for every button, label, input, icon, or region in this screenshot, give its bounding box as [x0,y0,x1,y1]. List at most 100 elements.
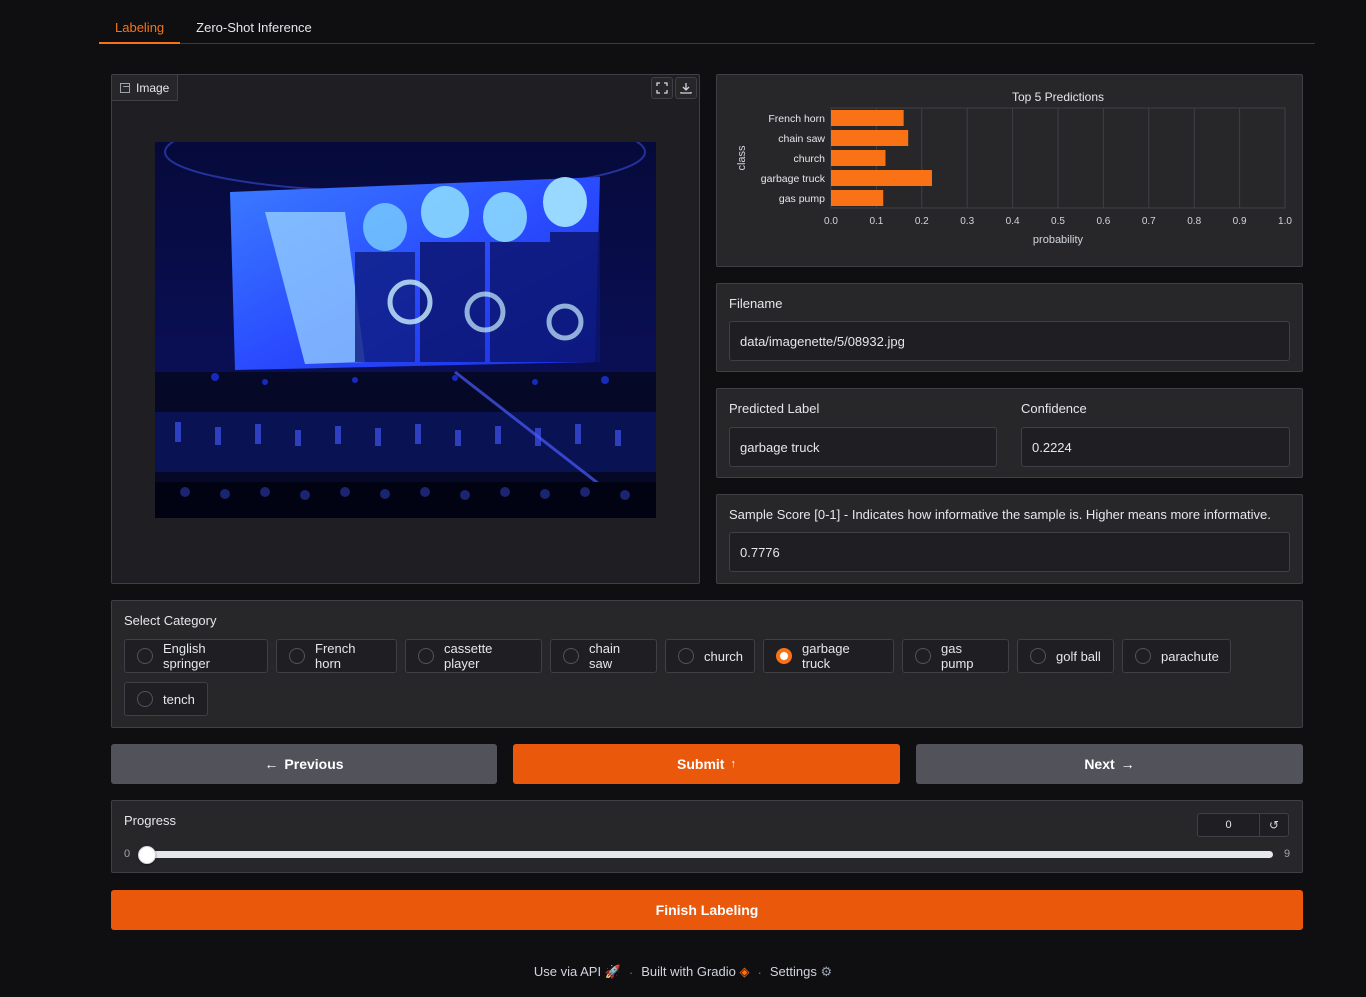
bar-chain-saw [831,130,909,146]
progress-label: Progress [124,813,177,828]
category-option[interactable]: parachute [1122,639,1231,673]
filename-panel: Filename data/imagenette/5/08932.jpg [716,283,1303,372]
category-option-label: tench [163,691,195,707]
x-tick-label: 0.9 [1233,216,1247,227]
y-tick-label: chain saw [778,133,825,145]
radio-button[interactable] [915,648,931,664]
category-option-label: gas pump [941,641,974,671]
x-tick-label: 0.2 [915,216,929,227]
image-label-text: Image [136,80,170,95]
category-option-label: cassette player [444,641,493,671]
footer-separator: · [757,964,762,980]
x-tick-label: 0.5 [1051,216,1065,227]
x-tick-label: 0.0 [824,216,838,227]
category-option-label: chain saw [589,641,621,671]
footer-separator: · [628,964,634,980]
use-via-api-link[interactable]: Use via API 🚀 [534,964,621,980]
x-tick-label: 0.8 [1187,216,1201,227]
y-tick-label: gas pump [779,193,825,205]
slider-min-label: 0 [124,848,131,860]
category-option-label: parachute [1161,648,1219,664]
finish-labeling-label: Finish Labeling [655,902,759,918]
x-tick-label: 0.4 [1006,216,1020,227]
category-option[interactable]: cassette player [405,639,542,673]
previous-button[interactable]: ← Previous [111,744,497,784]
predicted-label-label: Predicted Label [729,401,820,416]
radio-button[interactable] [137,691,153,707]
radio-button[interactable] [137,648,153,664]
category-option[interactable]: French horn [276,639,397,673]
settings-label: Settings [769,964,817,979]
y-tick-label: church [793,153,825,165]
x-axis-label: probability [1033,234,1084,246]
fullscreen-icon[interactable] [651,77,673,99]
y-axis-label: class [736,145,748,171]
progress-slider-track[interactable] [138,846,1273,864]
category-option[interactable]: chain saw [550,639,657,673]
settings-link[interactable]: Settings ⚙ [770,964,832,980]
confidence-field[interactable]: 0.2224 [1021,427,1290,467]
x-tick-label: 1.0 [1278,216,1292,227]
category-option[interactable]: golf ball [1017,639,1114,673]
x-tick-label: 0.6 [1096,216,1110,227]
image-panel: Image [111,74,700,584]
progress-panel: Progress 0 ↺ 0 9 [111,800,1303,873]
tab-labeling[interactable]: Labeling [99,12,181,44]
sample-score-label: Sample Score [0-1] - Indicates how infor… [729,507,1271,522]
next-button[interactable]: Next → [916,744,1303,784]
submit-button-label: Submit [677,756,725,772]
finish-labeling-button[interactable]: Finish Labeling [111,890,1303,930]
image-toolbar [649,75,699,101]
bar-french-horn [831,110,904,126]
predictions-chart-panel: Top 5 Predictions 0.0 0.1 0.2 0.3 0.4 0.5 0.6 0.… [716,74,1303,267]
sample-image [155,142,656,518]
category-option[interactable]: English springer [124,639,268,673]
bar-garbage-truck [831,170,932,186]
progress-number-input[interactable]: 0 [1198,814,1260,836]
category-panel: Select Category English springer French h… [111,600,1303,728]
next-button-label: Next [1084,756,1115,772]
radio-button[interactable] [418,648,434,664]
predictions-chart: Top 5 Predictions 0.0 0.1 0.2 0.3 0.4 0.5 0.6 0.… [736,90,1292,246]
category-option[interactable]: church [665,639,755,673]
footer: Use via API 🚀 · Built with Gradio ◈ · Se… [0,964,1366,980]
filename-field[interactable]: data/imagenette/5/08932.jpg [729,321,1290,361]
predicted-label-field[interactable]: garbage truck [729,427,997,467]
submit-button[interactable]: Submit ↑ [513,744,900,784]
radio-button[interactable] [776,648,792,664]
radio-button[interactable] [289,648,305,664]
built-with-gradio-link[interactable]: Built with Gradio ◈ [641,964,749,980]
arrow-up-icon: ↑ [730,758,736,770]
image-icon [120,82,130,93]
arrow-right-icon: → [1120,756,1135,772]
slider-max-label: 9 [1284,848,1291,860]
download-icon[interactable] [675,77,697,99]
category-option-label: French horn [315,641,356,671]
category-option[interactable]: gas pump [902,639,1009,673]
category-option[interactable]: tench [124,682,208,716]
x-tick-label: 0.7 [1142,216,1156,227]
filename-label: Filename [729,296,783,311]
image-label: Image [112,75,179,101]
radio-button[interactable] [1030,648,1046,664]
radio-button[interactable] [678,648,694,664]
tab-zero-shot-inference[interactable]: Zero-Shot Inference [180,12,328,44]
category-option-label: golf ball [1056,648,1101,664]
built-with-gradio-label: Built with Gradio [641,964,736,979]
category-option-label: church [704,648,744,664]
confidence-label: Confidence [1021,401,1087,416]
reset-icon[interactable]: ↺ [1260,814,1288,836]
category-option[interactable]: garbage truck [763,639,894,673]
sample-score-panel: Sample Score [0-1] - Indicates how infor… [716,494,1303,584]
category-option-label: English springer [163,641,210,671]
x-tick-label: 0.3 [960,216,974,227]
progress-slider-thumb[interactable] [138,846,156,864]
prediction-panel: Predicted Label garbage truck Confidence… [716,388,1303,478]
radio-button[interactable] [563,648,579,664]
use-via-api-label: Use via API [533,964,602,979]
rocket-icon: 🚀 [604,964,621,979]
sample-score-field[interactable]: 0.7776 [729,532,1290,572]
radio-button[interactable] [1135,648,1151,664]
bar-gas-pump [831,190,884,206]
previous-button-label: Previous [284,756,344,772]
